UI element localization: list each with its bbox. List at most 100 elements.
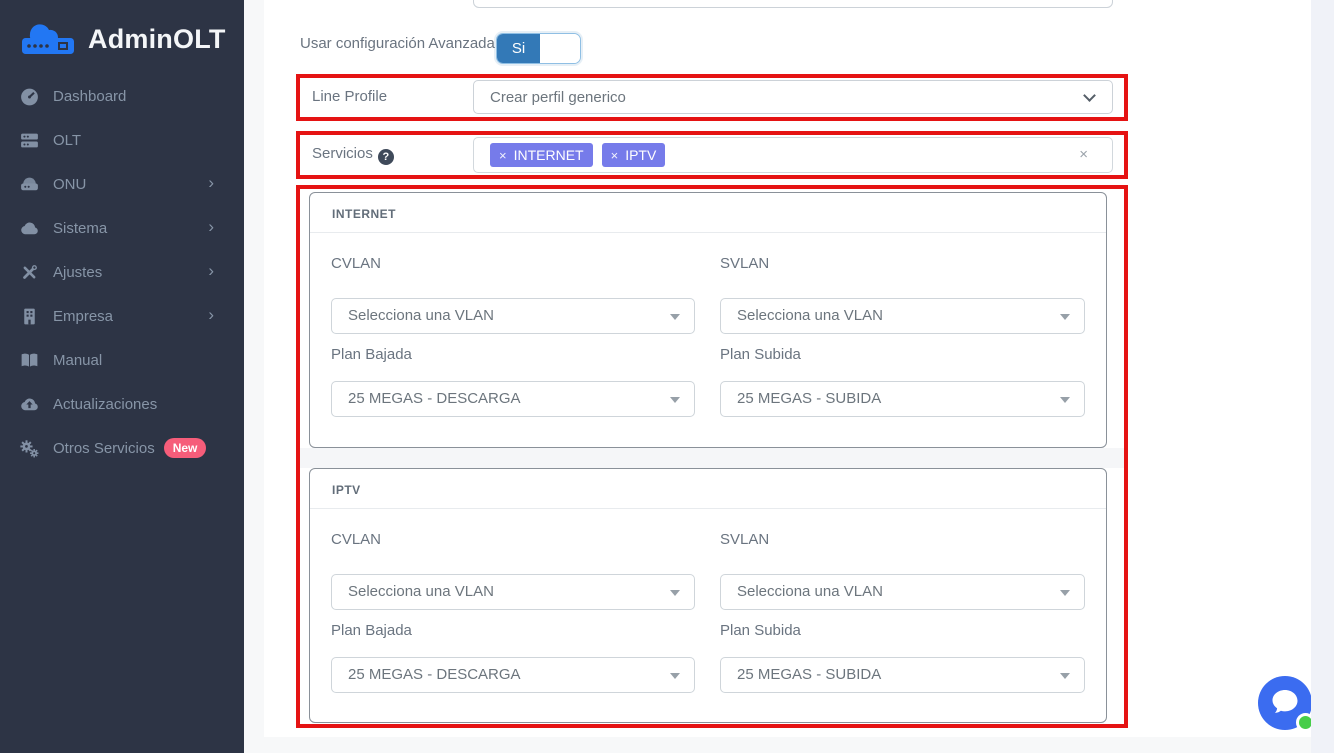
chevron-down-icon	[1083, 89, 1096, 102]
svlan-select[interactable]: Selecciona una VLAN	[720, 298, 1085, 334]
gears-icon	[18, 437, 40, 459]
sidebar-item-label: Actualizaciones	[53, 396, 157, 413]
new-badge: New	[164, 438, 207, 458]
panel-header: INTERNET	[310, 193, 1106, 233]
help-question-icon[interactable]: ?	[378, 149, 394, 165]
chevron-right-icon: ›	[208, 262, 214, 279]
chat-button[interactable]	[1258, 676, 1312, 730]
caret-down-icon	[670, 590, 680, 596]
cloud-upload-icon	[18, 393, 40, 415]
chevron-right-icon: ›	[208, 306, 214, 323]
plan-subida-select[interactable]: 25 MEGAS - SUBIDA	[720, 657, 1085, 693]
plan-bajada-value: 25 MEGAS - DESCARGA	[348, 658, 521, 692]
svlan-placeholder: Selecciona una VLAN	[737, 299, 883, 333]
cvlan-select[interactable]: Selecciona una VLAN	[331, 574, 695, 610]
tag-label: INTERNET	[514, 147, 584, 163]
plan-bajada-select[interactable]: 25 MEGAS - DESCARGA	[331, 657, 695, 693]
plan-subida-value: 25 MEGAS - SUBIDA	[737, 382, 881, 416]
plan-bajada-label: Plan Bajada	[331, 622, 695, 639]
router-cloud-logo-icon	[16, 14, 78, 65]
cvlan-label: CVLAN	[331, 255, 695, 272]
tools-icon	[18, 261, 40, 283]
sidebar-item-label: Otros Servicios	[53, 440, 155, 457]
svlan-placeholder: Selecciona una VLAN	[737, 575, 883, 609]
sidebar-item-manual[interactable]: Manual	[0, 338, 244, 382]
cloud-icon	[18, 217, 40, 239]
plan-bajada-select[interactable]: 25 MEGAS - DESCARGA	[331, 381, 695, 417]
servicios-label-text: Servicios	[312, 145, 373, 162]
right-scroll-gutter[interactable]	[1311, 0, 1334, 753]
plan-bajada-label: Plan Bajada	[331, 346, 695, 363]
plan-subida-label: Plan Subida	[720, 622, 1085, 639]
caret-down-icon	[1060, 673, 1070, 679]
tag-iptv[interactable]: × IPTV	[602, 143, 666, 167]
plan-subida-value: 25 MEGAS - SUBIDA	[737, 658, 881, 692]
cvlan-label: CVLAN	[331, 531, 695, 548]
clear-all-icon[interactable]: ×	[1079, 146, 1088, 163]
cvlan-placeholder: Selecciona una VLAN	[348, 575, 494, 609]
sidebar-item-label: Dashboard	[53, 88, 126, 105]
caret-down-icon	[670, 673, 680, 679]
sidebar-item-actualizaciones[interactable]: Actualizaciones	[0, 382, 244, 426]
servicios-highlight-box: Servicios? × INTERNET × IPTV ×	[296, 131, 1128, 179]
toggle-off-half	[540, 34, 580, 63]
sidebar-item-onu[interactable]: ONU ›	[0, 162, 244, 206]
app-name: AdminOLT	[88, 24, 226, 55]
svlan-select[interactable]: Selecciona una VLAN	[720, 574, 1085, 610]
sidebar-item-label: Manual	[53, 352, 102, 369]
book-icon	[18, 349, 40, 371]
tag-remove-icon[interactable]: ×	[611, 148, 619, 163]
panel-title: IPTV	[332, 483, 361, 497]
svlan-label: SVLAN	[720, 531, 1085, 548]
servicios-label: Servicios?	[312, 145, 394, 165]
sidebar-item-sistema[interactable]: Sistema ›	[0, 206, 244, 250]
sidebar-item-empresa[interactable]: Empresa ›	[0, 294, 244, 338]
main-content: Usar configuración Avanzada Si Line Prof…	[244, 0, 1334, 753]
router-icon	[18, 173, 40, 195]
sidebar-item-label: Ajustes	[53, 264, 102, 281]
caret-down-icon	[670, 397, 680, 403]
plan-bajada-value: 25 MEGAS - DESCARGA	[348, 382, 521, 416]
sidebar-nav: Dashboard OLT ONU › Sistema ›	[0, 64, 244, 470]
sidebar-item-dashboard[interactable]: Dashboard	[0, 74, 244, 118]
caret-down-icon	[1060, 397, 1070, 403]
caret-down-icon	[1060, 590, 1070, 596]
sidebar-item-label: OLT	[53, 132, 81, 149]
server-icon	[18, 129, 40, 151]
plan-subida-select[interactable]: 25 MEGAS - SUBIDA	[720, 381, 1085, 417]
line-profile-highlight-box: Line Profile Crear perfil generico	[296, 74, 1128, 121]
building-icon	[18, 305, 40, 327]
chevron-right-icon: ›	[208, 218, 214, 235]
svlan-label: SVLAN	[720, 255, 1085, 272]
form-card: Usar configuración Avanzada Si Line Prof…	[264, 0, 1311, 737]
dashboard-icon	[18, 85, 40, 107]
sidebar: AdminOLT Dashboard OLT ONU › Sis	[0, 0, 244, 753]
cvlan-placeholder: Selecciona una VLAN	[348, 299, 494, 333]
tag-remove-icon[interactable]: ×	[499, 148, 507, 163]
cvlan-select[interactable]: Selecciona una VLAN	[331, 298, 695, 334]
advanced-config-label: Usar configuración Avanzada	[300, 35, 495, 52]
panel-title: INTERNET	[332, 207, 396, 221]
advanced-config-toggle[interactable]: Si	[496, 33, 581, 64]
toggle-on-label: Si	[497, 34, 540, 63]
sidebar-item-label: Empresa	[53, 308, 113, 325]
service-panels-highlight-box: INTERNET CVLAN SVLAN Selecciona una VLAN…	[296, 185, 1128, 728]
sidebar-item-olt[interactable]: OLT	[0, 118, 244, 162]
sidebar-item-label: ONU	[53, 176, 86, 193]
sidebar-item-label: Sistema	[53, 220, 107, 237]
line-profile-selected-value: Crear perfil generico	[490, 81, 626, 114]
internet-panel: INTERNET CVLAN SVLAN Selecciona una VLAN…	[309, 192, 1107, 448]
tag-label: IPTV	[625, 147, 656, 163]
caret-down-icon	[1060, 314, 1070, 320]
cutoff-input-field[interactable]	[473, 0, 1113, 8]
servicios-multiselect[interactable]: × INTERNET × IPTV ×	[473, 137, 1113, 173]
chevron-right-icon: ›	[208, 174, 214, 191]
tag-internet[interactable]: × INTERNET	[490, 143, 593, 167]
iptv-panel: IPTV CVLAN SVLAN Selecciona una VLAN Sel…	[309, 468, 1107, 723]
line-profile-select[interactable]: Crear perfil generico	[473, 80, 1113, 114]
app-logo[interactable]: AdminOLT	[0, 0, 244, 64]
plan-subida-label: Plan Subida	[720, 346, 1085, 363]
sidebar-item-ajustes[interactable]: Ajustes ›	[0, 250, 244, 294]
sidebar-item-otros-servicios[interactable]: Otros Servicios New	[0, 426, 244, 470]
panel-header: IPTV	[310, 469, 1106, 509]
